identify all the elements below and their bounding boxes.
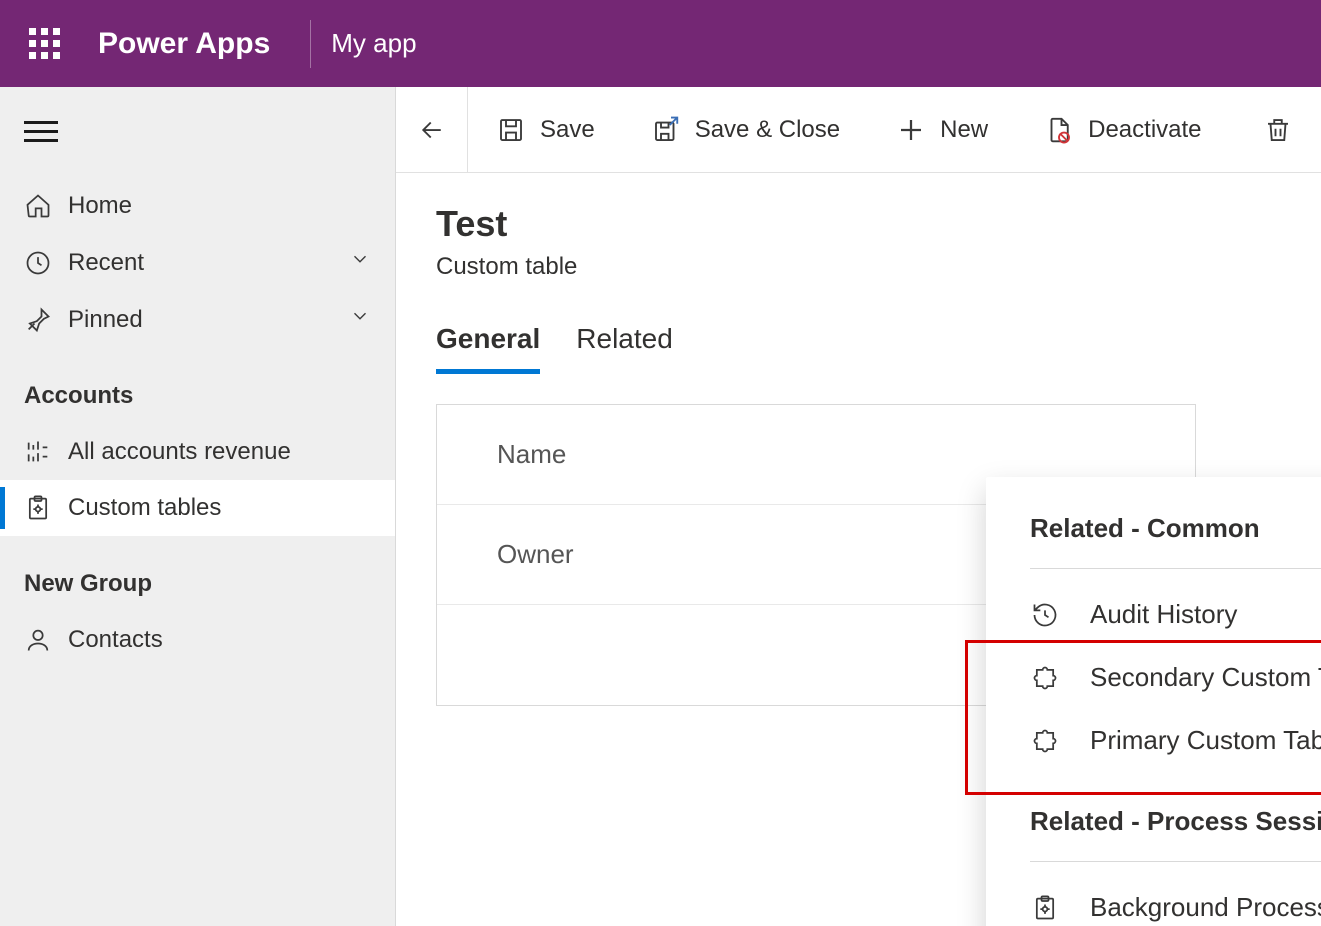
plus-icon [896,115,926,145]
clock-icon [24,249,68,277]
cmd-label: Save & Close [695,116,840,144]
nav-item-pinned[interactable]: Pinned [0,291,395,348]
tabs: General Related [436,323,1281,374]
save-button[interactable]: Save [468,87,623,172]
nav-item-label: Recent [68,249,144,277]
puzzle-icon [1030,727,1060,755]
delete-button[interactable] [1235,87,1321,172]
tab-related[interactable]: Related [576,323,673,374]
chevron-down-icon [349,248,371,277]
save-and-close-button[interactable]: Save & Close [623,87,868,172]
related-item-label: Audit History [1090,599,1237,630]
cmd-label: Save [540,116,595,144]
app-header: Power Apps My app [0,0,1321,87]
new-button[interactable]: New [868,87,1016,172]
nav-item-contacts[interactable]: Contacts [0,612,395,668]
related-item-audit-history[interactable]: Audit History [1030,583,1321,646]
puzzle-icon [1030,664,1060,692]
app-name-label: My app [331,28,416,59]
deactivate-button[interactable]: Deactivate [1016,87,1229,172]
nav-item-label: Contacts [68,626,163,654]
pin-icon [24,306,68,334]
clipboard-gear-icon [1030,894,1060,922]
history-icon [1030,601,1060,629]
save-close-icon [651,115,681,145]
sidebar-group-new-group: New Group [0,536,395,612]
command-bar: Save Save & Close New Deactivate [396,87,1321,173]
related-item-label: Background Processes [1090,892,1321,923]
field-label-owner: Owner [497,539,574,570]
nav-item-home[interactable]: Home [0,178,395,234]
chevron-down-icon [349,305,371,334]
cmd-label: New [940,116,988,144]
chart-icon [24,438,68,466]
related-item-background-processes[interactable]: Background Processes [1030,876,1321,926]
field-label-name: Name [497,439,566,470]
related-dropdown-panel: Related - Common Audit History Secondary… [986,477,1321,926]
nav-item-label: Pinned [68,306,143,334]
clipboard-gear-icon [24,494,68,522]
sidebar-group-accounts: Accounts [0,348,395,424]
deactivate-icon [1044,115,1074,145]
related-item-secondary-relationship[interactable]: Secondary Custom Table Relationship [1030,646,1321,709]
main-area: Save Save & Close New Deactivate Test Cu… [396,87,1321,926]
page-title: Test [436,203,1281,245]
app-launcher-button[interactable] [0,28,88,59]
waffle-icon [29,28,60,59]
nav-item-custom-tables[interactable]: Custom tables [0,480,395,536]
tab-general[interactable]: General [436,323,540,374]
brand-title: Power Apps [88,27,310,61]
nav-item-label: Home [68,192,132,220]
trash-icon [1263,115,1293,145]
page-subtitle: Custom table [436,253,1281,281]
nav-item-recent[interactable]: Recent [0,234,395,291]
sidebar-toggle-button[interactable] [0,121,395,178]
sidebar: Home Recent Pinned Accounts A [0,87,396,926]
header-divider [310,20,311,68]
arrow-left-icon [417,115,447,145]
related-item-label: Primary Custom Table Relationship [1090,725,1321,756]
home-icon [24,192,68,220]
cmd-label: Deactivate [1088,116,1201,144]
related-item-primary-relationship[interactable]: Primary Custom Table Relationship [1030,709,1321,772]
nav-item-label: All accounts revenue [68,438,291,466]
back-button[interactable] [396,87,468,172]
related-section-process-title: Related - Process Sessions [1030,806,1321,851]
related-section-common-title: Related - Common [1030,513,1321,558]
save-icon [496,115,526,145]
nav-item-label: Custom tables [68,494,221,522]
nav-item-all-accounts-revenue[interactable]: All accounts revenue [0,424,395,480]
person-icon [24,626,68,654]
related-item-label: Secondary Custom Table Relationship [1090,662,1321,693]
